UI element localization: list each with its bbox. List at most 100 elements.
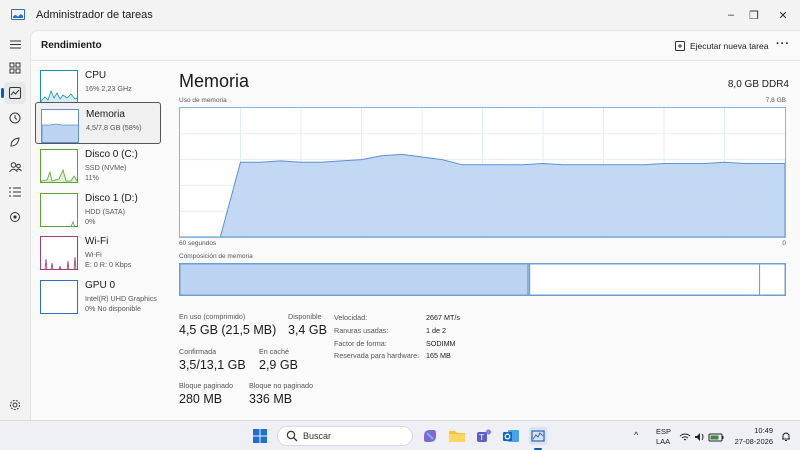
- memory-spec: 8,0 GB DDR4: [727, 79, 789, 90]
- startup-apps-icon: [10, 137, 20, 147]
- app-history-icon: [9, 112, 21, 124]
- device-item-wifi[interactable]: Wi-Fi Wi-Fi E: 0 R: 0 Kbps: [35, 233, 161, 275]
- performance-icon: [9, 87, 21, 99]
- nav-details[interactable]: [4, 181, 26, 203]
- nav-settings[interactable]: [4, 394, 26, 416]
- language-code[interactable]: ESP: [656, 427, 671, 436]
- slots-value: 1 de 2: [426, 326, 446, 335]
- notifications-bell-icon[interactable]: [780, 430, 792, 442]
- disk1-thumbnail-graph: [40, 193, 78, 227]
- device-detail: SSD (NVMe): [85, 163, 127, 172]
- wifi-volume-battery-icons: [679, 433, 724, 442]
- teams-icon: T: [477, 429, 491, 442]
- memory-composition-chart: [179, 263, 786, 296]
- device-usage: E: 0 R: 0 Kbps: [85, 260, 132, 269]
- device-item-disk1[interactable]: Disco 1 (D:) HDD (SATA) 0%: [35, 190, 161, 232]
- device-detail: 4,5/7,8 GB (58%): [86, 123, 142, 132]
- standby-segment: [529, 263, 761, 296]
- copilot-button[interactable]: [421, 427, 439, 445]
- keyboard-layout[interactable]: LAA: [656, 437, 670, 446]
- window-title: Administrador de tareas: [36, 9, 153, 21]
- committed-value: 3,5/13,1 GB: [179, 358, 246, 372]
- in-use-value: 4,5 GB (21,5 MB): [179, 323, 277, 337]
- copilot-icon: [424, 430, 436, 442]
- clock-time[interactable]: 10:49: [754, 426, 773, 435]
- users-icon: [8, 162, 22, 173]
- hamburger-menu-button[interactable]: [4, 33, 26, 55]
- memory-thumbnail-graph: [41, 109, 79, 143]
- gpu-thumbnail-graph: [40, 280, 78, 314]
- teams-button[interactable]: T: [475, 427, 493, 445]
- nonpaged-pool-value: 336 MB: [249, 392, 293, 406]
- details-icon: [9, 187, 21, 197]
- run-new-task-button[interactable]: Ejecutar nueva tarea: [675, 38, 768, 54]
- device-item-memory[interactable]: Memoria 4,5/7,8 GB (58%): [35, 102, 161, 144]
- device-name: Wi-Fi: [85, 236, 109, 247]
- nav-services[interactable]: [4, 206, 26, 228]
- device-name: CPU: [85, 70, 107, 81]
- folder-icon: [449, 431, 465, 442]
- hardware-reserved-value: 165 MB: [426, 351, 451, 360]
- search-icon: [286, 430, 298, 442]
- wifi-thumbnail-graph: [40, 236, 78, 270]
- taskbar: Buscar T ^ ESP LAA 10:49 27-08-2026: [0, 420, 800, 450]
- cached-value: 2,9 GB: [259, 358, 298, 372]
- memory-usage-area: [180, 153, 786, 238]
- memory-composition-bar: [179, 263, 786, 296]
- menu-icon: [9, 39, 21, 49]
- device-detail: HDD (SATA): [85, 207, 126, 216]
- cpu-thumbnail-graph: [40, 70, 78, 104]
- form-factor-label: Factor de forma:: [334, 339, 387, 348]
- in-use-label: En uso (comprimido): [179, 312, 246, 321]
- task-manager-icon: [531, 430, 545, 442]
- available-value: 3,4 GB: [288, 323, 327, 337]
- available-label: Disponible: [288, 312, 322, 321]
- device-item-gpu[interactable]: GPU 0 Intel(R) UHD Graphics 0% No dispon…: [35, 277, 161, 319]
- clock-date[interactable]: 27-08-2026: [735, 437, 773, 446]
- taskbar-search[interactable]: Buscar: [277, 426, 413, 446]
- nav-performance[interactable]: [1, 82, 26, 104]
- device-detail: Wi-Fi: [85, 250, 102, 259]
- committed-label: Confirmada: [179, 347, 217, 356]
- search-placeholder: Buscar: [303, 431, 332, 441]
- time-axis-right: 0: [782, 240, 786, 247]
- form-factor-value: SODIMM: [426, 339, 456, 348]
- nav-processes[interactable]: [4, 57, 26, 79]
- close-button[interactable]: ✕: [760, 0, 800, 30]
- usage-graph-label: Uso de memoria: [179, 97, 227, 104]
- processes-icon: [9, 62, 21, 74]
- nav-startup-apps[interactable]: [4, 131, 26, 153]
- services-icon: [10, 212, 20, 222]
- device-detail: Intel(R) UHD Graphics: [85, 294, 157, 303]
- slots-label: Ranuras usadas:: [334, 326, 389, 335]
- nav-app-history[interactable]: [4, 107, 26, 129]
- cached-label: En caché: [259, 347, 289, 356]
- paged-pool-label: Bloque paginado: [179, 381, 233, 390]
- show-hidden-icons-button[interactable]: ^: [634, 430, 638, 440]
- memory-usage-graph: [179, 107, 786, 238]
- device-name: Disco 0 (C:): [85, 149, 138, 160]
- title-bar: Administrador de tareas – ❐ ✕: [0, 0, 800, 30]
- file-explorer-button[interactable]: [448, 427, 466, 445]
- more-options-button[interactable]: ···: [776, 38, 790, 50]
- speed-label: Velocidad:: [334, 313, 368, 322]
- device-item-disk0[interactable]: Disco 0 (C:) SSD (NVMe) 11%: [35, 146, 161, 188]
- nav-users[interactable]: [4, 156, 26, 178]
- time-axis-left: 60 segundos: [179, 240, 217, 247]
- task-manager-icon: [11, 9, 25, 20]
- run-new-task-label: Ejecutar nueva tarea: [690, 41, 769, 51]
- page-header: Rendimiento Ejecutar nueva tarea ···: [31, 31, 800, 61]
- run-task-icon: [675, 41, 685, 51]
- speed-value: 2667 MT/s: [426, 313, 460, 322]
- task-manager-taskbar-button[interactable]: [529, 427, 547, 445]
- device-usage: 11%: [85, 173, 99, 182]
- disk0-thumbnail-graph: [40, 149, 78, 183]
- memory-heading: Memoria: [179, 71, 250, 91]
- composition-label: Composición de memoria: [179, 253, 253, 260]
- system-tray-quick-settings[interactable]: [679, 430, 727, 442]
- outlook-button[interactable]: [502, 427, 520, 445]
- memory-usage-chart: [180, 108, 786, 238]
- device-usage: 0%: [85, 217, 96, 226]
- page-title: Rendimiento: [41, 40, 102, 51]
- start-button[interactable]: [251, 427, 269, 445]
